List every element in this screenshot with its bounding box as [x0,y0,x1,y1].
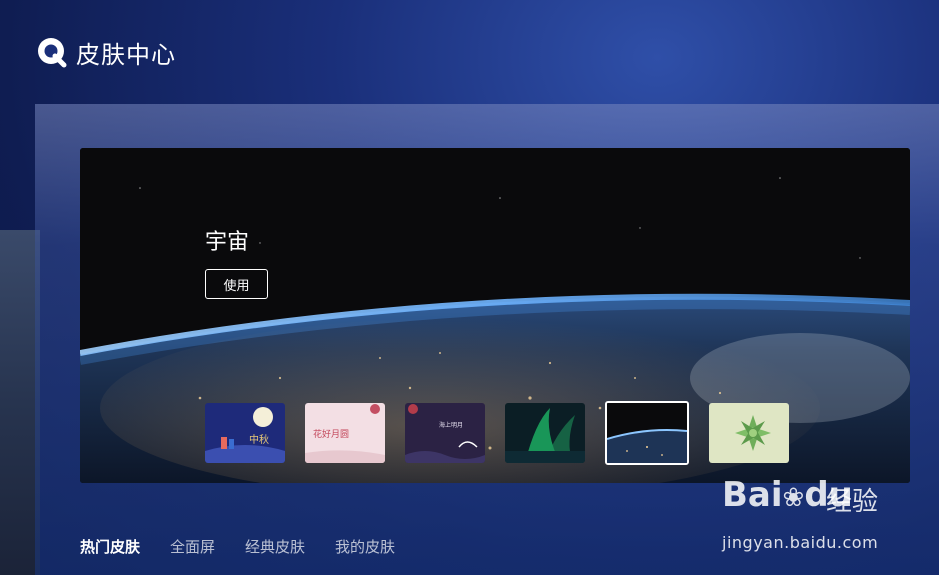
thumbnail-caption: 花好月圆 [313,428,349,440]
background-rock [0,230,40,575]
tab-classic-skins[interactable]: 经典皮肤 [245,536,305,557]
thumbnail-caption: 中秋 [249,433,269,446]
thumbnail-sea-moon[interactable]: 海上明月 [405,403,485,463]
skin-preview-banner: 宇宙 使用 中秋 花好月圆 海上明月 [80,148,910,483]
skin-name: 宇宙 [205,230,250,255]
qq-logo-icon [36,36,68,68]
use-skin-button[interactable]: 使用 [205,269,268,299]
tab-hot-skins[interactable]: 热门皮肤 [80,536,140,557]
tab-full-screen[interactable]: 全面屏 [170,536,215,557]
skin-category-tabs: 热门皮肤 全面屏 经典皮肤 我的皮肤 [80,536,395,557]
thumbnail-flowers-moon[interactable]: 花好月圆 [305,403,385,463]
baidu-paw-icon: ❀ [782,483,805,513]
thumbnail-caption: 海上明月 [439,421,463,429]
app-header: 皮肤中心 [36,34,176,70]
tab-my-skins[interactable]: 我的皮肤 [335,536,395,557]
watermark-url: jingyan.baidu.com [722,533,879,552]
skin-thumbnail-list: 中秋 花好月圆 海上明月 [205,401,789,465]
thumbnail-mid-autumn[interactable]: 中秋 [205,403,285,463]
thumbnail-aurora[interactable] [505,403,585,463]
watermark-cn: 经验 [826,487,879,517]
thumbnail-succulent[interactable] [709,403,789,463]
thumbnail-earth-space-selected[interactable] [605,401,689,465]
page-title: 皮肤中心 [76,40,176,69]
baidu-jingyan-watermark: Bai❀du 经验 jingyan.baidu.com [722,475,887,555]
